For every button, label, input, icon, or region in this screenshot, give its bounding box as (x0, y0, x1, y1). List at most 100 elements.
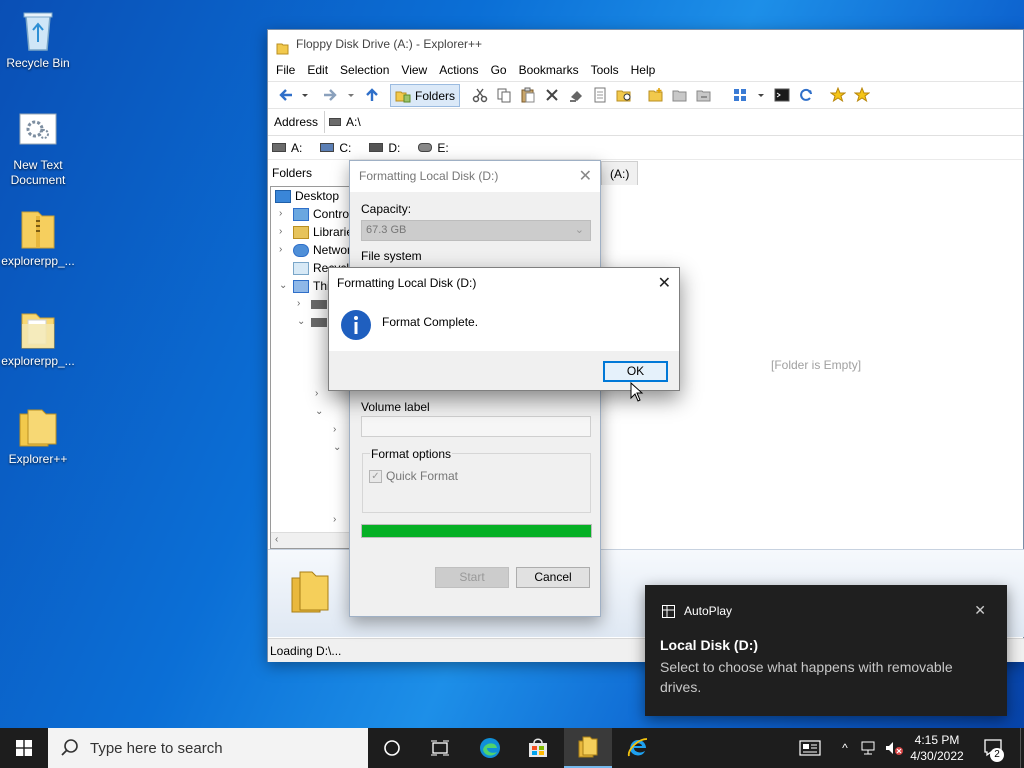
back-dropdown-icon[interactable] (300, 87, 310, 103)
capacity-select[interactable]: 67.3 GB ⌄ (361, 220, 591, 241)
start-button[interactable]: Start (435, 567, 509, 588)
menu-actions[interactable]: Actions (433, 63, 484, 77)
address-label: Address (274, 115, 319, 129)
menu-help[interactable]: Help (625, 63, 662, 77)
chevron-down-icon: ⌄ (315, 406, 324, 417)
start-button[interactable] (0, 728, 48, 768)
tree-item-desktop[interactable]: Desktop (275, 187, 339, 205)
menu-go[interactable]: Go (485, 63, 513, 77)
drive-button-e[interactable]: E: (418, 141, 449, 155)
bookmark-add-icon[interactable] (829, 86, 847, 103)
volume-muted-icon[interactable] (882, 728, 906, 768)
back-arrow-icon[interactable] (278, 87, 294, 103)
folders-toggle-button[interactable]: Folders (390, 84, 460, 107)
forward-dropdown-icon[interactable] (346, 87, 356, 103)
search-folder-icon[interactable] (616, 87, 632, 103)
tree-item-sub-1[interactable]: › (315, 385, 329, 403)
forward-arrow-icon[interactable] (322, 87, 338, 103)
close-icon[interactable]: ✕ (658, 273, 671, 293)
desktop-icon-new-text-document[interactable]: New Text Document (0, 110, 76, 188)
tab-drive-a[interactable]: (A:) (601, 161, 639, 185)
folders-pane-header: Folders (272, 166, 313, 180)
desktop-icon-recycle-bin[interactable]: Recycle Bin (0, 8, 76, 71)
views-grid-icon[interactable] (732, 87, 748, 103)
desktop-icon-explorerpp-zip-1[interactable]: explorerpp_... (0, 206, 76, 269)
task-view-icon[interactable] (418, 728, 462, 768)
zip-folder-icon (16, 206, 60, 252)
menu-file[interactable]: File (270, 63, 301, 77)
floppy-drive-icon (329, 118, 342, 126)
windows-logo-icon (16, 740, 32, 756)
drive-button-d[interactable]: D: (369, 141, 400, 155)
menu-selection[interactable]: Selection (334, 63, 395, 77)
up-arrow-icon[interactable] (364, 87, 380, 103)
menu-bookmarks[interactable]: Bookmarks (513, 63, 585, 77)
tree-item-control-panel[interactable]: › Contro (279, 205, 349, 223)
tree-item-sub-4[interactable]: ⌄ (333, 439, 347, 457)
ok-button[interactable]: OK (603, 361, 668, 382)
store-icon[interactable] (514, 728, 562, 768)
move-to-folder-icon[interactable] (696, 87, 712, 103)
explorer-title-bar[interactable]: Floppy Disk Drive (A:) - Explorer++ (268, 30, 1023, 59)
drive-button-c[interactable]: C: (320, 141, 351, 155)
network-icon[interactable] (858, 728, 880, 768)
tree-item-sub-3[interactable]: › (333, 421, 347, 439)
capacity-value: 67.3 GB (366, 224, 407, 236)
drive-button-a[interactable]: A: (272, 141, 302, 155)
close-icon[interactable]: ✕ (974, 602, 986, 619)
capacity-label: Capacity: (361, 202, 412, 216)
delete-icon[interactable] (544, 87, 560, 103)
explorerpp-taskbar-button[interactable] (564, 728, 612, 768)
copy-to-folder-icon[interactable] (672, 87, 688, 103)
show-desktop-button[interactable] (1020, 728, 1024, 768)
desktop-icon (275, 189, 291, 203)
properties-icon[interactable] (592, 87, 608, 103)
format-dialog-title-bar[interactable]: Formatting Local Disk (D:) ✕ (350, 161, 600, 192)
news-widget-icon[interactable] (796, 728, 824, 768)
refresh-icon[interactable] (798, 87, 814, 103)
mouse-cursor-icon (630, 381, 644, 402)
menu-view[interactable]: View (395, 63, 433, 77)
explorer-title: Floppy Disk Drive (A:) - Explorer++ (296, 37, 483, 51)
bookmarks-icon[interactable] (853, 86, 871, 103)
cortana-icon[interactable] (370, 728, 414, 768)
drives-bar: A: C: D: E: (268, 136, 1023, 160)
close-icon[interactable]: ✕ (579, 161, 592, 192)
desktop-icon-explorerpp-shortcut[interactable]: Explorer++ (0, 404, 76, 467)
action-center-button[interactable]: 2 (976, 728, 1012, 768)
volume-label-label: Volume label (361, 400, 430, 414)
address-bar: Address A:\ (268, 109, 1023, 136)
cut-icon[interactable] (472, 87, 488, 103)
hard-drive-icon (311, 317, 327, 327)
delete-permanently-icon[interactable] (568, 87, 584, 103)
tree-item-network[interactable]: › Networ (279, 241, 351, 259)
tree-item-this-pc[interactable]: ⌄ Thi (279, 277, 330, 295)
copy-icon[interactable] (496, 87, 512, 103)
tree-item-drive-a[interactable]: › (297, 295, 331, 313)
edge-browser-icon[interactable] (466, 728, 514, 768)
volume-label-input[interactable] (361, 416, 591, 437)
new-folder-icon[interactable] (648, 87, 664, 103)
scroll-left-icon[interactable]: ‹ (275, 534, 278, 545)
menu-tools[interactable]: Tools (585, 63, 625, 77)
address-input[interactable]: A:\ (324, 111, 1023, 133)
desktop-icon-explorerpp-2[interactable]: explorerpp_... (0, 306, 76, 369)
tree-item-libraries[interactable]: › Librarie (279, 223, 353, 241)
chevron-up-icon[interactable]: ^ (836, 728, 854, 768)
tree-item-sub-5[interactable]: › (333, 511, 347, 529)
quick-format-checkbox[interactable]: ✓ Quick Format (369, 469, 458, 483)
command-prompt-icon[interactable] (774, 87, 790, 103)
taskbar-search-box[interactable]: Type here to search (48, 728, 368, 768)
cancel-button[interactable]: Cancel (516, 567, 590, 588)
paste-icon[interactable] (520, 87, 536, 103)
clock[interactable]: 4:15 PM 4/30/2022 (906, 728, 968, 768)
tree-item-drive-c[interactable]: ⌄ (297, 313, 331, 331)
tree-item-label: Contro (313, 207, 350, 221)
network-icon (293, 243, 309, 257)
autoplay-notification[interactable]: AutoPlay ✕ Local Disk (D:) Select to cho… (645, 585, 1007, 716)
tree-item-label: Networ (313, 243, 352, 257)
internet-explorer-icon[interactable] (614, 728, 662, 768)
menu-edit[interactable]: Edit (301, 63, 334, 77)
views-dropdown-icon[interactable] (756, 87, 766, 103)
tree-item-sub-2[interactable]: ⌄ (315, 403, 329, 421)
